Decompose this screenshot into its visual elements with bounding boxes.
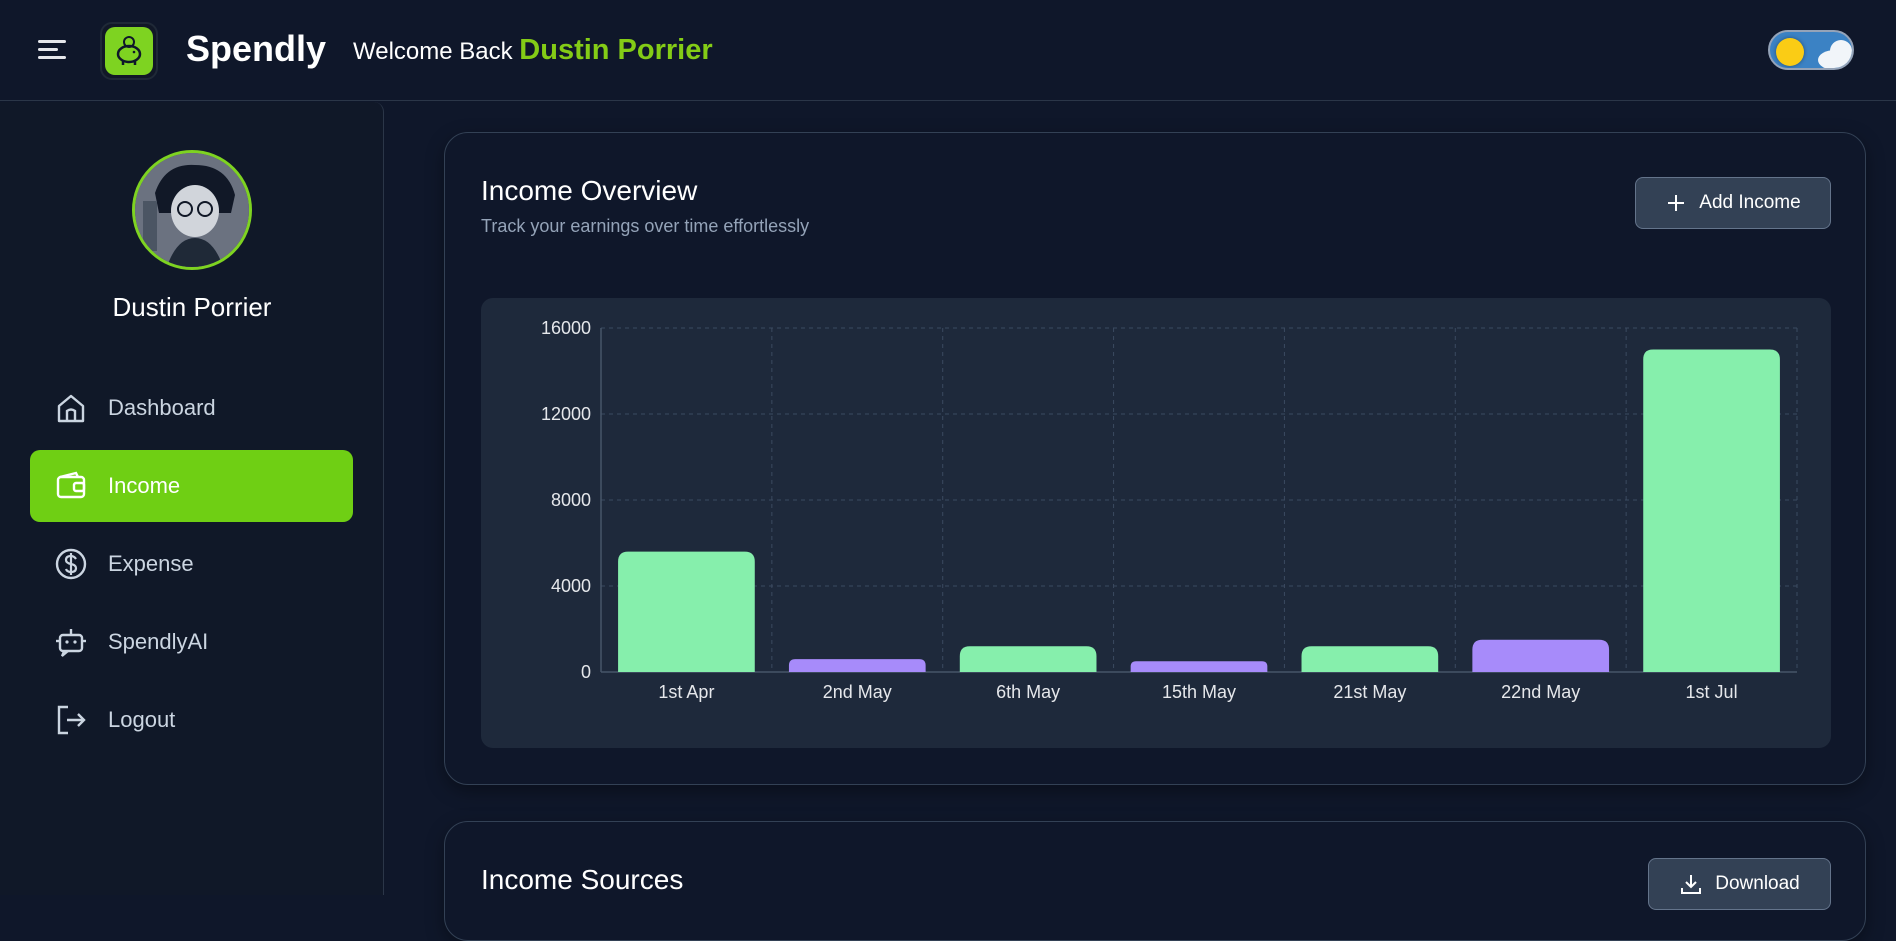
sidebar-item-dashboard[interactable]: Dashboard (30, 372, 353, 444)
y-tick-label: 12000 (541, 404, 591, 424)
bar (1130, 661, 1268, 672)
income-sources-card: Income Sources Download (444, 821, 1866, 941)
income-overview-subtitle: Track your earnings over time effortless… (481, 216, 810, 236)
x-tick-label: 1st Apr (658, 682, 714, 702)
welcome-message: Welcome Back Dustin Porrier (353, 34, 713, 67)
y-tick-label: 4000 (551, 576, 591, 596)
income-overview-card: Income Overview Track your earnings over… (444, 132, 1866, 785)
plus-icon (1668, 195, 1685, 211)
dollar-circle-icon (55, 548, 87, 580)
logout-icon (57, 705, 86, 735)
x-tick-label: 15th May (1162, 682, 1236, 702)
sidebar-item-expense[interactable]: Expense (30, 528, 353, 600)
x-tick-label: 6th May (996, 682, 1060, 702)
y-tick-label: 0 (581, 662, 591, 682)
welcome-user-name: Dustin Porrier (519, 34, 713, 66)
avatar (132, 150, 252, 270)
wallet-icon (56, 471, 86, 499)
income-overview-title: Income Overview (481, 175, 698, 206)
piggy-bank-logo-icon (100, 22, 158, 80)
sidebar-item-spendlyai[interactable]: SpendlyAI (30, 606, 353, 678)
bar (1301, 646, 1439, 672)
bar (959, 646, 1097, 672)
bar (788, 659, 926, 672)
sun-icon (1776, 38, 1804, 66)
top-bar: Spendly Welcome Back Dustin Porrier (0, 0, 1896, 101)
y-tick-label: 8000 (551, 490, 591, 510)
sidebar-item-income[interactable]: Income (30, 450, 353, 522)
home-icon (57, 394, 85, 423)
bar (1643, 349, 1780, 672)
sidebar-item-label: Income (108, 473, 181, 498)
menu-icon[interactable] (38, 36, 68, 64)
welcome-text: Welcome Back (353, 38, 513, 65)
download-label: Download (1715, 873, 1800, 894)
income-sources-title: Income Sources (481, 864, 684, 895)
x-tick-label: 22nd May (1501, 682, 1580, 702)
add-income-button[interactable]: Add Income (1635, 177, 1831, 229)
download-button[interactable]: Download (1648, 858, 1831, 910)
add-income-label: Add Income (1699, 192, 1801, 213)
profile-name: Dustin Porrier (112, 292, 272, 322)
x-tick-label: 1st Jul (1686, 682, 1738, 702)
sidebar-item-logout[interactable]: Logout (30, 684, 353, 756)
download-icon (1681, 875, 1702, 894)
income-chart: 0 4000 8000 12000 16000 1st Apr 2nd May 6th May… (481, 298, 1831, 748)
cloud-icon (1830, 40, 1852, 62)
brand-name: Spendly (186, 28, 327, 69)
sidebar: Dustin Porrier Dashboard Income Expense (0, 102, 384, 895)
bot-icon (56, 629, 86, 657)
sidebar-item-label: Logout (108, 707, 176, 732)
x-tick-label: 2nd May (823, 682, 892, 702)
bar (1472, 639, 1610, 672)
theme-toggle[interactable] (1768, 30, 1854, 70)
bar (618, 551, 755, 672)
x-tick-label: 21st May (1333, 682, 1406, 702)
y-tick-label: 16000 (541, 318, 591, 338)
income-bar-chart: 0 4000 8000 12000 16000 1st Apr 2nd May 6th May… (541, 318, 1798, 702)
sidebar-item-label: SpendlyAI (108, 629, 209, 654)
sidebar-item-label: Expense (108, 551, 194, 576)
sidebar-item-label: Dashboard (108, 395, 216, 420)
